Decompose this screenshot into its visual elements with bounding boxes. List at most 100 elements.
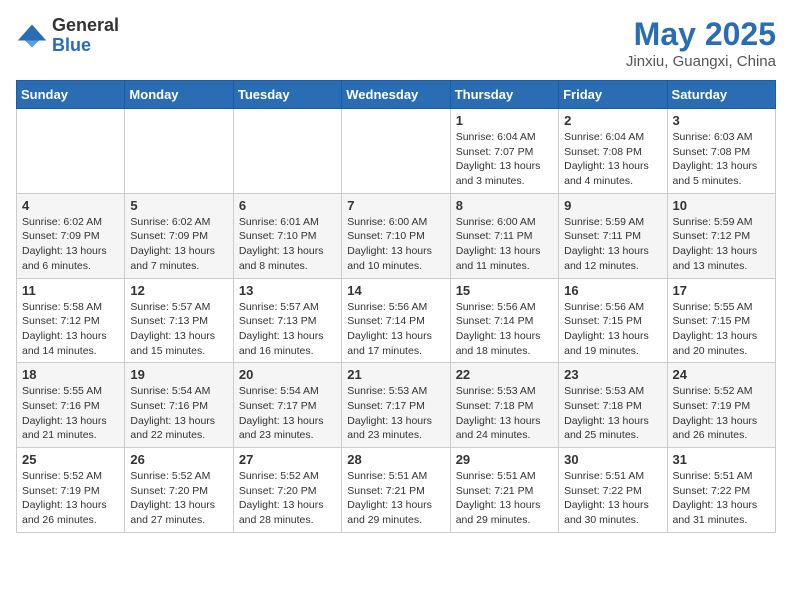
day-cell-22: 22Sunrise: 5:53 AM Sunset: 7:18 PM Dayli… — [450, 363, 558, 448]
day-cell-20: 20Sunrise: 5:54 AM Sunset: 7:17 PM Dayli… — [233, 363, 341, 448]
day-info-3: Sunrise: 6:03 AM Sunset: 7:08 PM Dayligh… — [673, 130, 770, 189]
day-cell-11: 11 Sunrise: 5:58 AM Sunset: 7:12 PM Dayli… — [17, 278, 125, 363]
logo-general-text: General — [52, 16, 119, 36]
day-number-29: 29 — [456, 452, 553, 467]
day-number-13: 13 — [239, 283, 336, 298]
weekday-header-saturday: Saturday — [667, 81, 775, 109]
day-cell-1: 1 Sunrise: 6:04 AM Sunset: 7:07 PM Daylig… — [450, 109, 558, 194]
day-info-30: Sunrise: 5:51 AM Sunset: 7:22 PM Dayligh… — [564, 469, 661, 528]
day-number-17: 17 — [673, 283, 770, 298]
day-info-6: Sunrise: 6:01 AM Sunset: 7:10 PM Dayligh… — [239, 215, 336, 274]
logo-icon — [16, 22, 48, 50]
day-info-19: Sunrise: 5:54 AM Sunset: 7:16 PM Dayligh… — [130, 384, 227, 443]
day-number-8: 8 — [456, 198, 553, 213]
week-row-1: 1 Sunrise: 6:04 AM Sunset: 7:07 PM Daylig… — [17, 109, 776, 194]
day-number-5: 5 — [130, 198, 227, 213]
day-info-23: Sunrise: 5:53 AM Sunset: 7:18 PM Dayligh… — [564, 384, 661, 443]
day-cell-6: 6 Sunrise: 6:01 AM Sunset: 7:10 PM Daylig… — [233, 193, 341, 278]
day-info-28: Sunrise: 5:51 AM Sunset: 7:21 PM Dayligh… — [347, 469, 444, 528]
day-info-26: Sunrise: 5:52 AM Sunset: 7:20 PM Dayligh… — [130, 469, 227, 528]
day-number-9: 9 — [564, 198, 661, 213]
day-cell-4: 4 Sunrise: 6:02 AM Sunset: 7:09 PM Daylig… — [17, 193, 125, 278]
day-number-2: 2 — [564, 113, 661, 128]
day-number-30: 30 — [564, 452, 661, 467]
day-info-24: Sunrise: 5:52 AM Sunset: 7:19 PM Dayligh… — [673, 384, 770, 443]
weekday-header-sunday: Sunday — [17, 81, 125, 109]
page-header: General Blue May 2025 Jinxiu, Guangxi, C… — [16, 16, 776, 70]
day-number-11: 11 — [22, 283, 119, 298]
day-number-14: 14 — [347, 283, 444, 298]
day-number-22: 22 — [456, 367, 553, 382]
weekday-header-thursday: Thursday — [450, 81, 558, 109]
week-row-2: 4 Sunrise: 6:02 AM Sunset: 7:09 PM Daylig… — [17, 193, 776, 278]
day-number-24: 24 — [673, 367, 770, 382]
weekday-header-row: SundayMondayTuesdayWednesdayThursdayFrid… — [17, 81, 776, 109]
day-number-19: 19 — [130, 367, 227, 382]
day-cell-10: 10 Sunrise: 5:59 AM Sunset: 7:12 PM Dayli… — [667, 193, 775, 278]
day-number-21: 21 — [347, 367, 444, 382]
day-info-21: Sunrise: 5:53 AM Sunset: 7:17 PM Dayligh… — [347, 384, 444, 443]
day-number-10: 10 — [673, 198, 770, 213]
day-number-1: 1 — [456, 113, 553, 128]
day-info-31: Sunrise: 5:51 AM Sunset: 7:22 PM Dayligh… — [673, 469, 770, 528]
day-number-12: 12 — [130, 283, 227, 298]
title-area: May 2025 Jinxiu, Guangxi, China — [626, 16, 776, 70]
day-cell-16: 16 Sunrise: 5:56 AM Sunset: 7:15 PM Dayli… — [559, 278, 667, 363]
day-info-1: Sunrise: 6:04 AM Sunset: 7:07 PM Dayligh… — [456, 130, 553, 189]
logo-blue-text: Blue — [52, 36, 119, 56]
day-info-7: Sunrise: 6:00 AM Sunset: 7:10 PM Dayligh… — [347, 215, 444, 274]
day-info-12: Sunrise: 5:57 AM Sunset: 7:13 PM Dayligh… — [130, 300, 227, 359]
empty-cell — [17, 109, 125, 194]
day-info-18: Sunrise: 5:55 AM Sunset: 7:16 PM Dayligh… — [22, 384, 119, 443]
day-info-5: Sunrise: 6:02 AM Sunset: 7:09 PM Dayligh… — [130, 215, 227, 274]
day-info-9: Sunrise: 5:59 AM Sunset: 7:11 PM Dayligh… — [564, 215, 661, 274]
day-info-13: Sunrise: 5:57 AM Sunset: 7:13 PM Dayligh… — [239, 300, 336, 359]
empty-cell — [125, 109, 233, 194]
day-number-28: 28 — [347, 452, 444, 467]
day-info-27: Sunrise: 5:52 AM Sunset: 7:20 PM Dayligh… — [239, 469, 336, 528]
day-number-16: 16 — [564, 283, 661, 298]
day-cell-2: 2 Sunrise: 6:04 AM Sunset: 7:08 PM Daylig… — [559, 109, 667, 194]
day-number-6: 6 — [239, 198, 336, 213]
day-number-31: 31 — [673, 452, 770, 467]
day-cell-18: 18Sunrise: 5:55 AM Sunset: 7:16 PM Dayli… — [17, 363, 125, 448]
weekday-header-tuesday: Tuesday — [233, 81, 341, 109]
day-cell-29: 29Sunrise: 5:51 AM Sunset: 7:21 PM Dayli… — [450, 448, 558, 533]
day-cell-31: 31 Sunrise: 5:51 AM Sunset: 7:22 PM Dayli… — [667, 448, 775, 533]
calendar-table: SundayMondayTuesdayWednesdayThursdayFrid… — [16, 80, 776, 533]
day-info-2: Sunrise: 6:04 AM Sunset: 7:08 PM Dayligh… — [564, 130, 661, 189]
day-cell-19: 19 Sunrise: 5:54 AM Sunset: 7:16 PM Dayli… — [125, 363, 233, 448]
day-cell-26: 26 Sunrise: 5:52 AM Sunset: 7:20 PM Dayli… — [125, 448, 233, 533]
day-cell-24: 24 Sunrise: 5:52 AM Sunset: 7:19 PM Dayli… — [667, 363, 775, 448]
empty-cell — [342, 109, 450, 194]
day-info-8: Sunrise: 6:00 AM Sunset: 7:11 PM Dayligh… — [456, 215, 553, 274]
day-cell-3: 3 Sunrise: 6:03 AM Sunset: 7:08 PM Daylig… — [667, 109, 775, 194]
day-info-11: Sunrise: 5:58 AM Sunset: 7:12 PM Dayligh… — [22, 300, 119, 359]
location-title: Jinxiu, Guangxi, China — [626, 53, 776, 70]
logo-text: General Blue — [52, 16, 119, 56]
day-info-4: Sunrise: 6:02 AM Sunset: 7:09 PM Dayligh… — [22, 215, 119, 274]
day-cell-27: 27 Sunrise: 5:52 AM Sunset: 7:20 PM Dayli… — [233, 448, 341, 533]
day-cell-14: 14Sunrise: 5:56 AM Sunset: 7:14 PM Dayli… — [342, 278, 450, 363]
weekday-header-monday: Monday — [125, 81, 233, 109]
day-number-4: 4 — [22, 198, 119, 213]
day-number-27: 27 — [239, 452, 336, 467]
day-info-10: Sunrise: 5:59 AM Sunset: 7:12 PM Dayligh… — [673, 215, 770, 274]
day-cell-7: 7Sunrise: 6:00 AM Sunset: 7:10 PM Daylig… — [342, 193, 450, 278]
weekday-header-wednesday: Wednesday — [342, 81, 450, 109]
day-info-16: Sunrise: 5:56 AM Sunset: 7:15 PM Dayligh… — [564, 300, 661, 359]
day-cell-9: 9 Sunrise: 5:59 AM Sunset: 7:11 PM Daylig… — [559, 193, 667, 278]
day-number-15: 15 — [456, 283, 553, 298]
day-cell-28: 28 Sunrise: 5:51 AM Sunset: 7:21 PM Dayli… — [342, 448, 450, 533]
day-cell-8: 8 Sunrise: 6:00 AM Sunset: 7:11 PM Daylig… — [450, 193, 558, 278]
day-number-23: 23 — [564, 367, 661, 382]
day-cell-23: 23 Sunrise: 5:53 AM Sunset: 7:18 PM Dayli… — [559, 363, 667, 448]
day-number-26: 26 — [130, 452, 227, 467]
day-cell-12: 12 Sunrise: 5:57 AM Sunset: 7:13 PM Dayli… — [125, 278, 233, 363]
day-number-25: 25 — [22, 452, 119, 467]
day-cell-25: 25Sunrise: 5:52 AM Sunset: 7:19 PM Dayli… — [17, 448, 125, 533]
empty-cell — [233, 109, 341, 194]
day-info-17: Sunrise: 5:55 AM Sunset: 7:15 PM Dayligh… — [673, 300, 770, 359]
day-cell-15: 15Sunrise: 5:56 AM Sunset: 7:14 PM Dayli… — [450, 278, 558, 363]
day-number-3: 3 — [673, 113, 770, 128]
